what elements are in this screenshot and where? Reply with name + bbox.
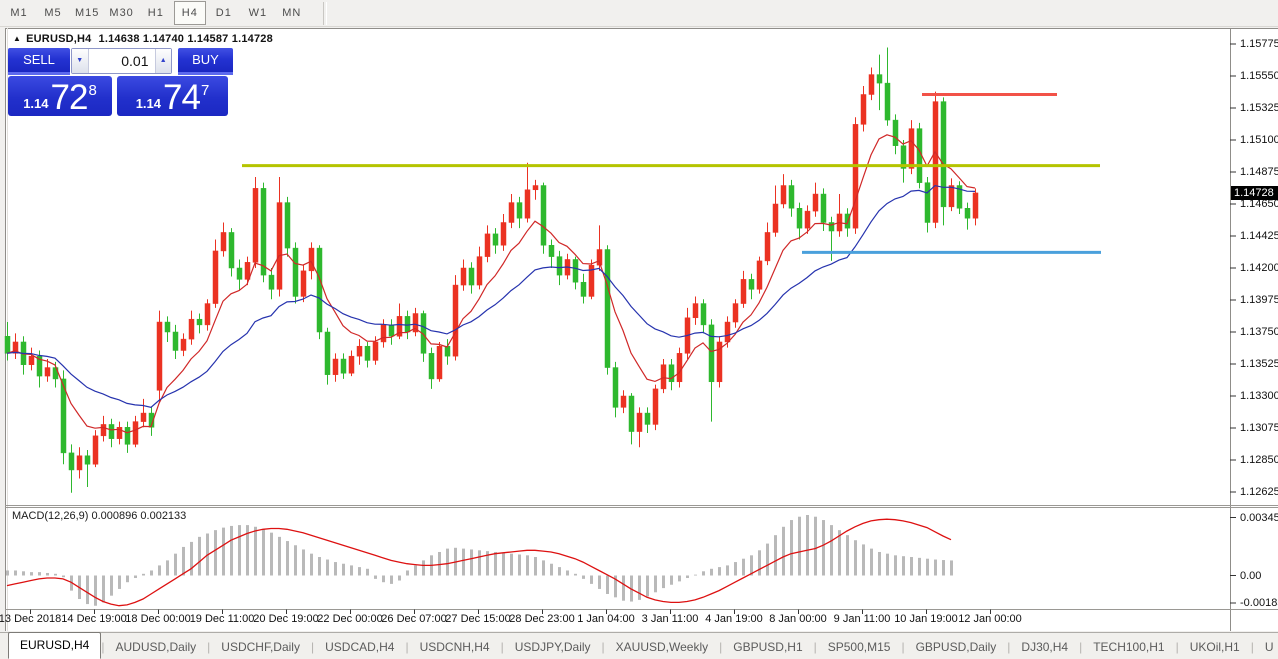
date-tick-label: 1 Jan 04:00 [577,613,635,625]
chart-tabs-bar: EURUSD,H4|AUDUSD,Daily|USDCHF,Daily|USDC… [0,632,1278,659]
chart-ohlc-values: 1.14638 1.14740 1.14587 1.14728 [99,33,273,45]
toolbar-separator [323,2,327,25]
chart-tab-audusd-daily[interactable]: AUDUSD,Daily [104,635,207,659]
sell-price-sup: 8 [88,83,96,98]
price-tick-label: 1.13750 [1240,326,1278,338]
date-tick-label: 4 Jan 19:00 [705,613,763,625]
price-tick-label: 1.15550 [1240,70,1278,82]
price-tick-label: 1.12625 [1240,486,1278,498]
date-tick-label: 3 Jan 11:00 [642,613,699,625]
date-tick-label: 10 Jan 19:00 [894,613,958,625]
price-tick-label: 1.14425 [1240,230,1278,242]
date-tick-label: 26 Dec 07:00 [381,613,446,625]
price-tick-label: 1.13075 [1240,422,1278,434]
timeframe-button-w1[interactable]: W1 [242,1,274,25]
date-tick-label: 27 Dec 15:00 [445,613,510,625]
one-click-trade-panel: SELL ▼ ▲ BUY 1.14728 1.14747 [8,48,234,116]
date-tick-label: 22 Dec 00:00 [317,613,382,625]
macd-tick-label: -0.001851 [1240,597,1278,609]
chart-tab-ukoil-h1[interactable]: UKOil,H1 [1179,635,1251,659]
price-tick-label: 1.15325 [1240,102,1278,114]
chart-tab-gbpusd-daily[interactable]: GBPUSD,Daily [905,635,1008,659]
price-tick-label: 1.13300 [1240,390,1278,402]
timeframe-button-d1[interactable]: D1 [208,1,240,25]
chart-tab-xauusd-weekly[interactable]: XAUUSD,Weekly [605,635,719,659]
price-tick-label: 1.15775 [1240,38,1278,50]
date-tick-label: 18 Dec 00:00 [125,613,190,625]
chart-symbol-label: EURUSD,H4 [26,33,91,45]
price-tick-label: 1.14875 [1240,166,1278,178]
sell-price-button[interactable]: 1.14728 [8,76,112,116]
chart-tab-dj30-h4[interactable]: DJ30,H4 [1010,635,1079,659]
price-tick-label: 1.14200 [1240,262,1278,274]
price-tick-label: 1.13975 [1240,294,1278,306]
lot-size-input[interactable] [89,49,155,73]
chart-tab-usdjpy-daily[interactable]: USDJPY,Daily [504,635,602,659]
timeframe-button-m15[interactable]: M15 [71,1,103,25]
macd-tick-label: 0.00 [1240,570,1261,582]
buy-price-big: 74 [163,83,200,113]
lot-decrease-icon[interactable]: ▼ [72,49,89,73]
current-price-badge: 1.14728 [1231,186,1278,200]
sell-button[interactable]: SELL [8,48,70,75]
buy-price-button[interactable]: 1.14747 [117,76,228,116]
chart-tab-usdcnh-h4[interactable]: USDCNH,H4 [409,635,501,659]
timeframe-button-h1[interactable]: H1 [140,1,172,25]
chart-tab-tech100-h1[interactable]: TECH100,H1 [1082,635,1175,659]
date-tick-label: 14 Dec 19:00 [61,613,126,625]
buy-price-sup: 7 [201,83,209,98]
sell-price-small: 1.14 [23,94,48,113]
buy-button[interactable]: BUY [178,48,233,75]
date-tick-label: 28 Dec 23:00 [509,613,574,625]
macd-indicator-label: MACD(12,26,9) 0.000896 0.002133 [12,510,186,522]
timeframe-button-m1[interactable]: M1 [3,1,35,25]
date-tick-label: 20 Dec 19:00 [253,613,318,625]
price-tick-label: 1.15100 [1240,134,1278,146]
lot-increase-icon[interactable]: ▲ [155,49,172,73]
chart-title: ▲ EURUSD,H4 1.14638 1.14740 1.14587 1.1472… [13,33,273,45]
sell-price-big: 72 [51,83,88,113]
chart-tab-u[interactable]: U [1254,635,1278,659]
timeframe-button-h4[interactable]: H4 [174,1,206,25]
price-tick-label: 1.13525 [1240,358,1278,370]
timeframe-button-m30[interactable]: M30 [105,1,137,25]
chart-tab-usdchf-daily[interactable]: USDCHF,Daily [210,635,311,659]
chart-tab-usdcad-h4[interactable]: USDCAD,H4 [314,635,405,659]
timeframe-button-m5[interactable]: M5 [37,1,69,25]
date-tick-label: 9 Jan 11:00 [834,613,891,625]
macd-tick-label: 0.003452 [1240,512,1278,524]
date-tick-label: 12 Jan 00:00 [958,613,1022,625]
timeframe-toolbar: M1M5M15M30H1H4D1W1MN [0,0,1278,27]
buy-price-small: 1.14 [136,94,161,113]
chart-tab-eurusd-h4[interactable]: EURUSD,H4 [8,632,101,659]
date-tick-label: 19 Dec 11:00 [190,613,255,625]
chart-marker-icon: ▲ [13,34,21,43]
chart-tab-sp500-m15[interactable]: SP500,M15 [817,635,902,659]
chart-tab-gbpusd-h1[interactable]: GBPUSD,H1 [722,635,813,659]
date-tick-label: 8 Jan 00:00 [769,613,827,625]
lot-size-box: ▼ ▲ [71,48,172,74]
timeframe-button-mn[interactable]: MN [276,1,308,25]
date-tick-label: 13 Dec 2018 [0,613,61,625]
price-tick-label: 1.12850 [1240,454,1278,466]
